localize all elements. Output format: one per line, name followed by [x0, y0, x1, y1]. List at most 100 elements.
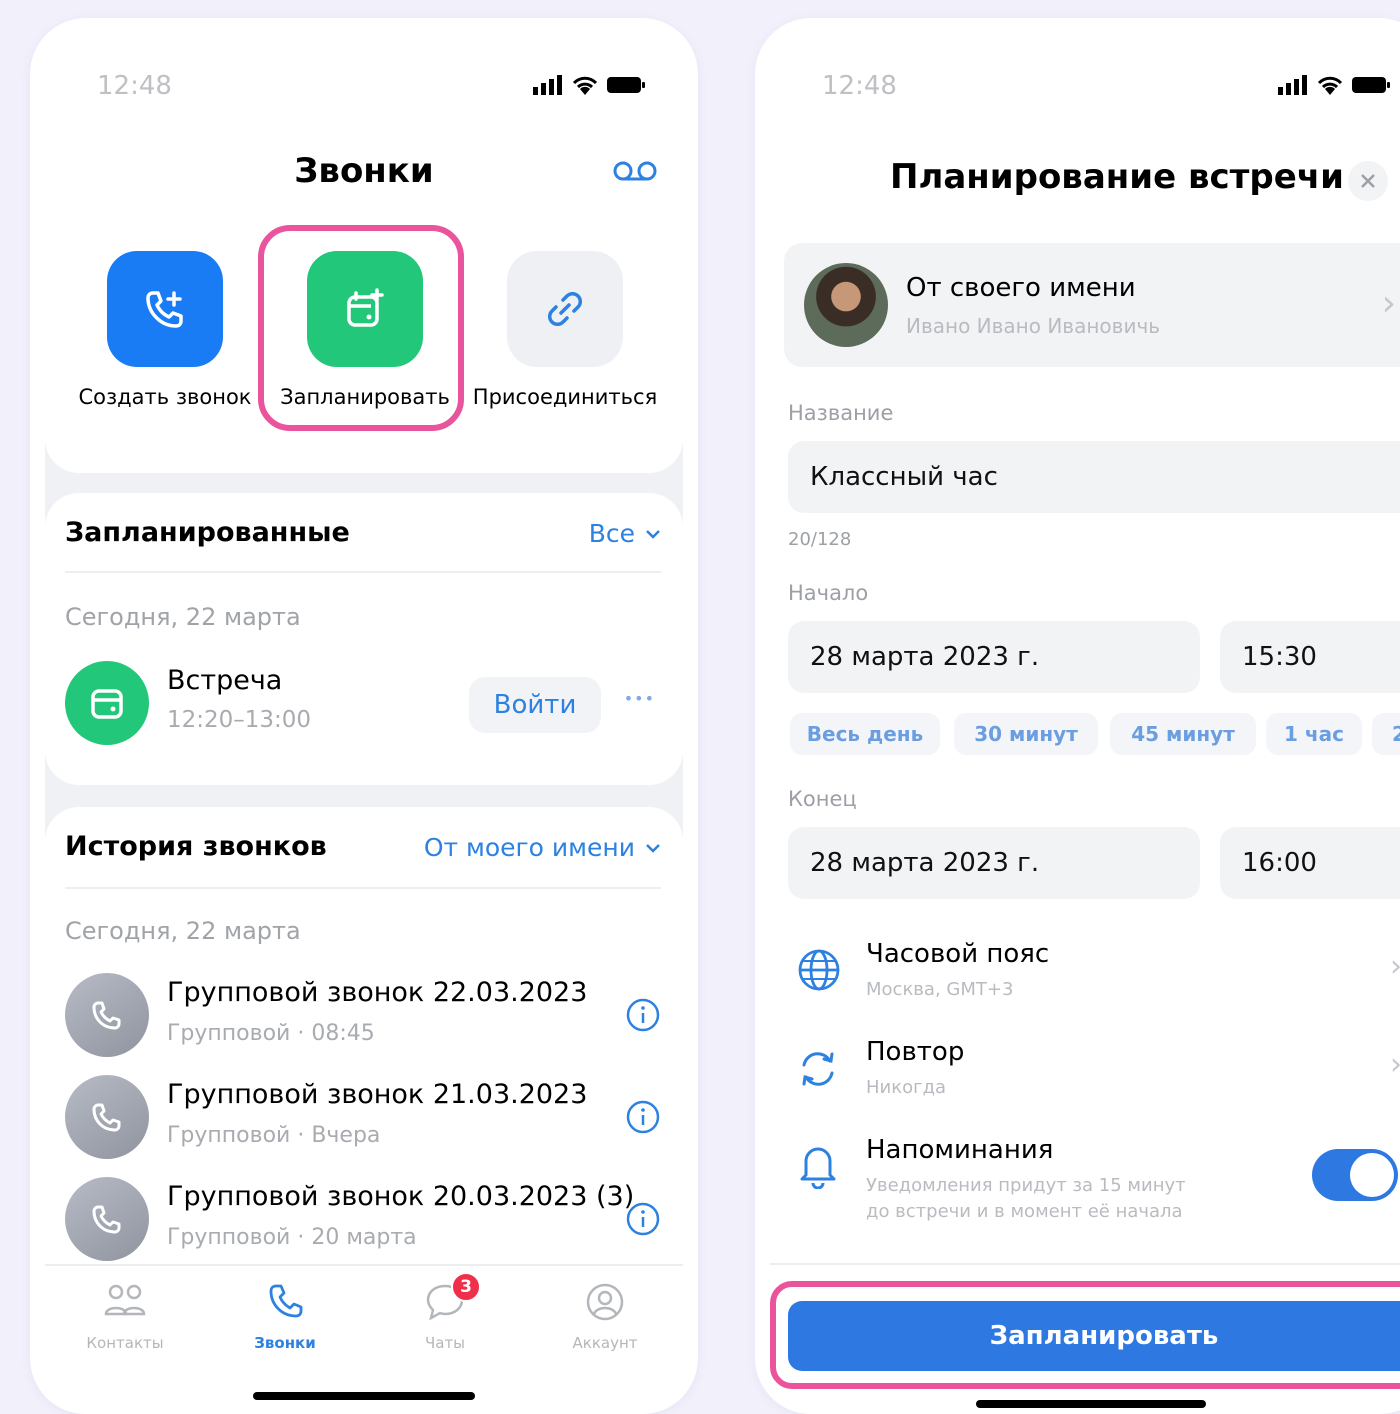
battery-icon — [607, 77, 645, 93]
duration-chip[interactable]: 1 час — [1266, 713, 1362, 755]
page-title: Планирование встречи — [890, 157, 1344, 197]
wifi-icon — [572, 76, 598, 95]
phone-icon — [92, 1103, 121, 1132]
phone-calls-screen: 12:48 Звонки Создать звонок Запланироват… — [30, 18, 698, 1414]
join-button[interactable]: Присоединиться — [465, 251, 665, 409]
timezone-title: Часовой пояс — [866, 939, 1050, 969]
history-filter[interactable]: От моего имени — [424, 833, 661, 862]
duration-chip[interactable]: Весь день — [790, 713, 940, 755]
history-title: История звонков — [65, 831, 327, 862]
phone-plus-icon — [107, 251, 223, 367]
scheduled-filter-label: Все — [588, 519, 635, 548]
page-title: Звонки — [294, 151, 434, 191]
call-title: Групповой звонок 21.03.2023 — [167, 1079, 588, 1110]
tab-calls[interactable]: Звонки — [210, 1282, 360, 1352]
info-icon[interactable] — [625, 997, 661, 1037]
end-date-field[interactable]: 28 марта 2023 г. — [788, 827, 1200, 899]
status-icons — [533, 75, 647, 95]
identity-name: Ивано Ивано Ивановичь — [906, 314, 1161, 338]
duration-chip[interactable]: 30 минут — [954, 713, 1098, 755]
chevron-right-icon: › — [1390, 1047, 1400, 1082]
calls-screen: 12:48 Звонки Создать звонок Запланироват… — [45, 33, 683, 1414]
account-icon — [586, 1283, 624, 1321]
scheduled-filter[interactable]: Все — [589, 519, 661, 548]
phone-icon — [92, 1001, 121, 1030]
phone-icon — [92, 1205, 121, 1234]
start-label: Начало — [788, 581, 869, 605]
voicemail-icon[interactable] — [613, 159, 657, 187]
history-date: Сегодня, 22 марта — [65, 917, 301, 945]
divider — [770, 1263, 1400, 1265]
identity-title: От своего имени — [906, 273, 1136, 303]
call-title: Групповой звонок 22.03.2023 — [167, 977, 588, 1008]
name-input[interactable]: Классный час — [788, 441, 1400, 513]
close-icon[interactable] — [1348, 161, 1388, 201]
wifi-icon — [1317, 76, 1343, 95]
name-counter: 20/128 — [788, 529, 852, 550]
calls-header-card: 12:48 Звонки Создать звонок Запланироват… — [45, 33, 683, 473]
link-icon — [507, 251, 623, 367]
meeting-title: Встреча — [167, 665, 283, 696]
globe-icon — [796, 947, 842, 997]
timezone-sub: Москва, GMT+3 — [866, 979, 1014, 1000]
tab-label: Аккаунт — [572, 1334, 638, 1352]
create-call-label: Создать звонок — [78, 385, 252, 409]
submit-highlight — [770, 1281, 1400, 1389]
chat-badge: 3 — [451, 1272, 481, 1302]
tab-account[interactable]: Аккаунт — [530, 1282, 680, 1352]
home-indicator — [253, 1392, 475, 1400]
reminders-toggle[interactable] — [1312, 1149, 1398, 1201]
name-label: Название — [788, 401, 894, 425]
toggle-knob — [1350, 1153, 1394, 1197]
identity-row[interactable]: От своего имени Ивано Ивано Ивановичь › — [784, 243, 1400, 367]
call-title: Групповой звонок 20.03.2023 (3) — [167, 1181, 635, 1212]
chevron-right-icon: › — [1381, 283, 1396, 324]
call-avatar — [65, 973, 149, 1057]
repeat-sub: Никогда — [866, 1077, 947, 1098]
tab-contacts[interactable]: Контакты — [50, 1282, 200, 1352]
call-sub: Групповой · 20 марта — [167, 1225, 417, 1250]
schedule-highlight — [258, 225, 464, 431]
scheduled-card: Запланированные Все Сегодня, 22 марта Вс… — [45, 493, 683, 785]
bell-icon — [796, 1141, 840, 1193]
info-icon[interactable] — [625, 1099, 661, 1139]
start-date-field[interactable]: 28 марта 2023 г. — [788, 621, 1200, 693]
home-indicator — [976, 1400, 1206, 1408]
duration-chip[interactable]: 2 — [1372, 713, 1400, 755]
tab-chats[interactable]: 3 Чаты — [370, 1272, 520, 1352]
status-time: 12:48 — [97, 71, 172, 101]
duration-chip[interactable]: 45 минут — [1110, 713, 1256, 755]
reminders-sub: Уведомления придут за 15 минут — [866, 1175, 1186, 1196]
reminders-title: Напоминания — [866, 1135, 1054, 1165]
tab-label: Контакты — [86, 1334, 164, 1352]
phone-icon — [269, 1284, 303, 1318]
call-sub: Групповой · Вчера — [167, 1123, 381, 1148]
create-call-button[interactable]: Создать звонок — [65, 251, 265, 409]
end-time-field[interactable]: 16:00 — [1220, 827, 1400, 899]
start-time-field[interactable]: 15:30 — [1220, 621, 1400, 693]
history-filter-label: От моего имени — [423, 833, 635, 862]
end-label: Конец — [788, 787, 857, 811]
divider — [65, 571, 661, 573]
chevron-down-icon — [646, 843, 660, 853]
info-icon[interactable] — [625, 1201, 661, 1241]
scheduled-date: Сегодня, 22 марта — [65, 603, 301, 631]
repeat-title: Повтор — [866, 1037, 965, 1067]
tab-label: Звонки — [254, 1334, 316, 1352]
signal-icon — [1278, 75, 1307, 95]
status-time: 12:48 — [822, 71, 897, 101]
signal-icon — [533, 75, 562, 95]
divider — [65, 887, 661, 889]
contacts-icon — [104, 1284, 146, 1316]
repeat-icon — [794, 1045, 842, 1097]
status-icons — [1278, 75, 1392, 95]
schedule-screen: 12:48 Планирование встречи От своего име… — [770, 33, 1400, 1414]
meeting-icon — [65, 661, 149, 745]
more-icon[interactable]: ••• — [624, 689, 655, 708]
battery-icon — [1352, 77, 1390, 93]
join-meeting-button[interactable]: Войти — [469, 677, 601, 733]
phone-schedule-screen: 12:48 Планирование встречи От своего име… — [755, 18, 1400, 1414]
join-label: Присоединиться — [472, 385, 658, 409]
call-avatar — [65, 1075, 149, 1159]
tab-bar: Контакты Звонки 3 Чаты Аккаунт — [45, 1264, 683, 1414]
